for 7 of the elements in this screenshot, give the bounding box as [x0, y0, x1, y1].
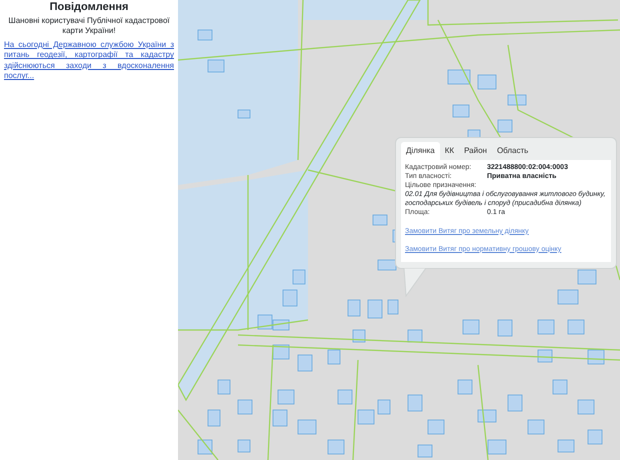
notice-greeting: Шановні користувачі Публічної кадастрової карти України! — [7, 16, 171, 36]
popup-tab[interactable]: Ділянка — [401, 142, 440, 160]
notice-link[interactable]: На сьогодні Державною службою України з питань геодезії, картографії та кадастру здійснюються заходи з вдосконалення послуг... — [4, 40, 174, 82]
popup-tab[interactable]: КК — [440, 142, 460, 160]
popup-tab[interactable]: Район — [459, 142, 492, 160]
notice-title: Повідомлення — [48, 1, 130, 14]
popup-tab[interactable]: Область — [492, 142, 534, 160]
